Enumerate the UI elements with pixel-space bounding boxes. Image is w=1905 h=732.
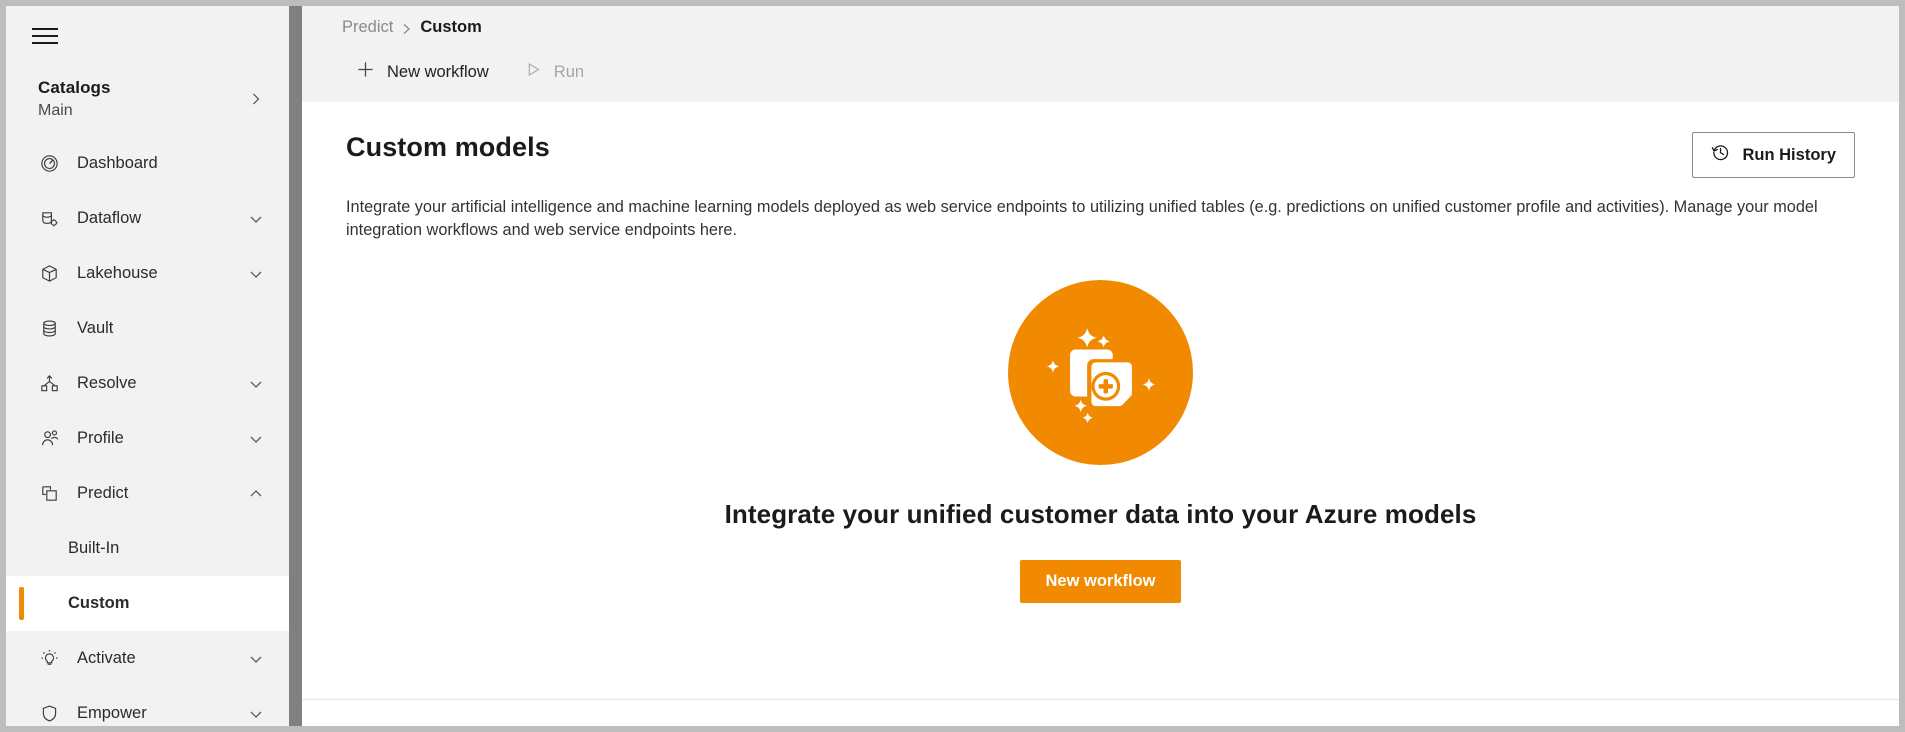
command-label: Run (553, 62, 585, 81)
sidebar-subitem-label: Built-In (68, 539, 120, 557)
chevron-down-icon[interactable] (249, 267, 263, 281)
sidebar-item-custom[interactable]: Custom (6, 576, 289, 631)
catalogs-subtitle: Main (38, 102, 73, 119)
sidebar-item-label: Activate (77, 649, 136, 667)
sidebar-item-label: Dataflow (77, 209, 142, 227)
sidebar-item-lakehouse[interactable]: Lakehouse (6, 246, 289, 301)
run-history-button[interactable]: Run History (1692, 132, 1855, 178)
chevron-down-icon[interactable] (249, 652, 263, 666)
sidebar-item-label: Predict (77, 484, 129, 502)
sidebar-divider-scrollbar[interactable] (289, 6, 302, 726)
content-area: Custom models Run History Integrate your (302, 102, 1899, 726)
plus-icon (356, 60, 375, 84)
sidebar-item-label: Resolve (77, 374, 137, 392)
history-icon (1711, 143, 1730, 167)
chevron-up-icon[interactable] (249, 487, 263, 501)
play-icon (525, 61, 542, 83)
empty-state-headline: Integrate your unified customer data int… (724, 499, 1477, 530)
dataflow-icon (38, 208, 60, 230)
sidebar: Catalogs Main Dashboard Dataflow Lakehou… (6, 6, 289, 726)
copy-icon (38, 483, 60, 505)
breadcrumb-parent[interactable]: Predict (342, 18, 393, 37)
database-icon (38, 318, 60, 340)
page-description: Integrate your artificial intelligence a… (346, 198, 1818, 240)
sidebar-item-label: Vault (77, 319, 114, 337)
app-window: Catalogs Main Dashboard Dataflow Lakehou… (6, 6, 1899, 726)
sidebar-item-built-in[interactable]: Built-In (6, 521, 289, 576)
chevron-down-icon[interactable] (249, 432, 263, 446)
content-bottom-divider (302, 699, 1899, 700)
sidebar-item-activate[interactable]: Activate (6, 631, 289, 686)
page-title: Custom models (346, 132, 550, 162)
top-bar: Predict Custom New workflow Run (302, 6, 1899, 102)
catalogs-selector[interactable]: Catalogs Main (6, 56, 289, 126)
hamburger-icon-bar (32, 35, 58, 37)
chevron-down-icon[interactable] (249, 707, 263, 721)
breadcrumb-current: Custom (420, 17, 482, 36)
sidebar-item-label: Empower (77, 704, 147, 722)
sidebar-item-profile[interactable]: Profile (6, 411, 289, 466)
run-history-label: Run History (1742, 145, 1836, 164)
hamburger-menu-button[interactable] (32, 16, 72, 56)
sidebar-item-label: Dashboard (77, 154, 158, 172)
chevron-down-icon[interactable] (249, 212, 263, 226)
sidebar-item-label: Profile (77, 429, 124, 447)
hamburger-icon-bar (32, 42, 58, 44)
shield-icon (38, 703, 60, 725)
gauge-icon (38, 153, 60, 175)
main-region: Predict Custom New workflow Run Custom m… (302, 6, 1899, 726)
sidebar-item-resolve[interactable]: Resolve (6, 356, 289, 411)
command-bar: New workflow Run (342, 48, 1899, 96)
sidebar-item-empower[interactable]: Empower (6, 686, 289, 726)
documents-add-sparkle-icon (1008, 280, 1193, 466)
sidebar-subitem-label: Custom (68, 594, 130, 612)
page-header: Custom models Run History (346, 132, 1855, 178)
chevron-right-icon (249, 92, 263, 106)
hamburger-icon-bar (32, 28, 58, 30)
chevron-down-icon[interactable] (249, 377, 263, 391)
sidebar-nav-list: Dashboard Dataflow Lakehouse Vault Resol… (6, 136, 289, 726)
sidebar-item-predict[interactable]: Predict (6, 466, 289, 521)
empty-state: Integrate your unified customer data int… (346, 280, 1855, 604)
sidebar-item-vault[interactable]: Vault (6, 301, 289, 356)
new-workflow-primary-button[interactable]: New workflow (1020, 560, 1181, 604)
catalogs-title: Catalogs (38, 78, 111, 97)
sidebar-item-label: Lakehouse (77, 264, 158, 282)
chevron-right-icon (402, 21, 411, 34)
new-workflow-command[interactable]: New workflow (342, 53, 503, 91)
sidebar-item-dataflow[interactable]: Dataflow (6, 191, 289, 246)
person-icon (38, 428, 60, 450)
merge-icon (38, 373, 60, 395)
cube-icon (38, 263, 60, 285)
run-command[interactable]: Run (511, 54, 598, 90)
command-label: New workflow (387, 62, 489, 81)
sidebar-item-dashboard[interactable]: Dashboard (6, 136, 289, 191)
breadcrumb: Predict Custom (342, 6, 1899, 48)
lightbulb-icon (38, 648, 60, 670)
